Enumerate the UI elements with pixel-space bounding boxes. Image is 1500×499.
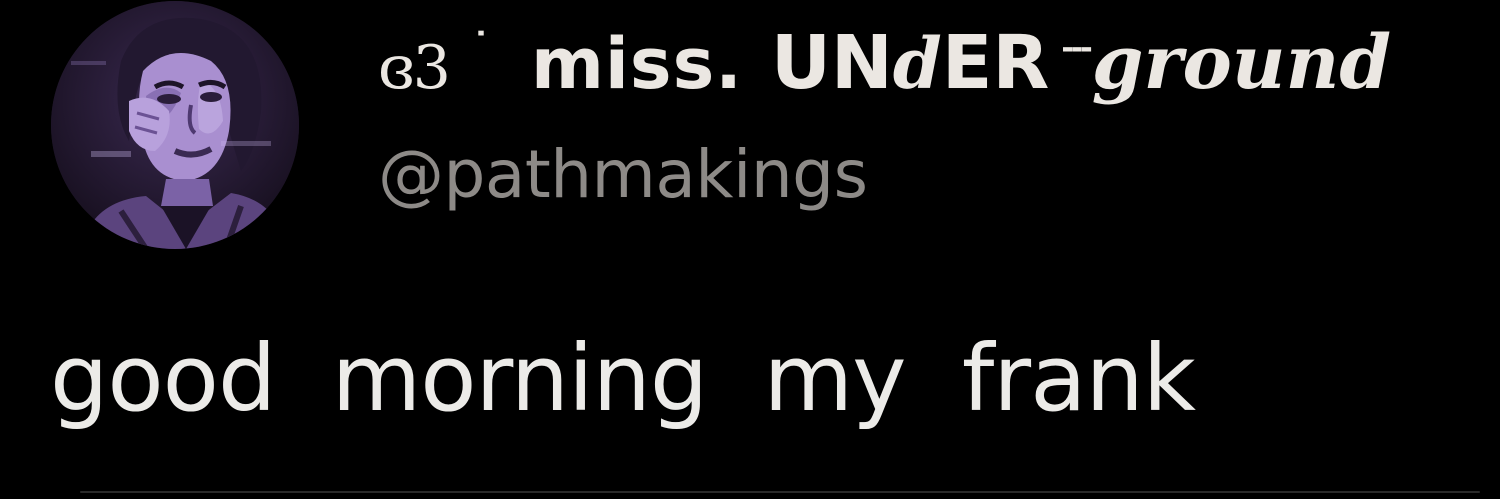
divider (80, 491, 1480, 493)
user-handle[interactable]: @pathmakings (378, 136, 868, 213)
name-separator: ˙ (470, 26, 491, 72)
name-ground: ground (1091, 20, 1392, 106)
display-name[interactable]: ɞ3 ˙ miss. UN d ER --- ground (378, 20, 1391, 120)
tweet-card: ɞ3 ˙ miss. UN d ER --- ground @pathmakin… (0, 0, 1500, 499)
tweet-text: good morning my frank (50, 325, 1196, 432)
name-under-part-1: UN (770, 20, 893, 106)
name-miss: miss. (530, 23, 743, 105)
name-dashes: --- (1061, 31, 1092, 66)
name-prefix-glyph: ɞ3 (378, 33, 451, 103)
avatar-image (51, 1, 299, 249)
name-under-part-3: ER (941, 20, 1050, 106)
avatar[interactable] (51, 1, 299, 249)
name-under-part-2: d (892, 22, 942, 105)
